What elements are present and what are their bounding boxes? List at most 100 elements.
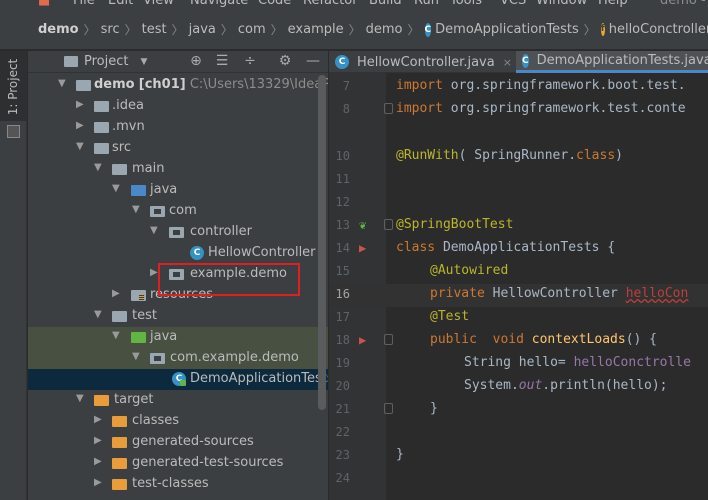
tree-item-hellowcontroller[interactable]: C HellowController [28, 243, 328, 264]
module-name: [ch01] [138, 77, 186, 92]
chevron-right-icon[interactable]: ▶ [76, 99, 86, 110]
code-line[interactable]: 24 [329, 468, 708, 491]
chevron-right-icon[interactable]: ▶ [94, 414, 104, 425]
code-line[interactable]: 18 ▶ public void contextLoads() { [329, 330, 708, 353]
collapse-all-icon[interactable]: ÷ [241, 53, 259, 69]
structure-icon[interactable] [7, 125, 20, 138]
project-view-selector[interactable]: Project ▼ [28, 54, 147, 69]
chevron-down-icon[interactable]: ▼ [76, 393, 86, 404]
code-line[interactable]: 21 } [329, 399, 708, 422]
tree-item-demoapplicationtests[interactable]: C DemoApplicationTests [28, 369, 328, 390]
breadcrumb-project[interactable]: demo [38, 22, 79, 37]
code-line[interactable]: 10 @RunWith( SpringRunner.class) [329, 146, 708, 169]
code-line[interactable]: 22 [329, 422, 708, 445]
menu-refactor[interactable]: Refactor [303, 0, 358, 8]
tree-item-controller[interactable]: ▼ controller [28, 222, 328, 243]
tree-item-classes[interactable]: ▶ classes [28, 411, 328, 432]
chevron-down-icon[interactable]: ▼ [94, 309, 104, 320]
fold-icon[interactable] [384, 403, 393, 414]
tree-item-generated-sources[interactable]: ▶ generated-sources [28, 432, 328, 453]
tree-item-main-java[interactable]: ▼ java [28, 180, 328, 201]
tree-item-label: test [132, 308, 157, 323]
menu-edit[interactable]: Edit [108, 0, 133, 8]
gear-icon[interactable]: ⚙ [276, 53, 294, 69]
code-line[interactable]: 13 ❦ @SpringBootTest [329, 215, 708, 238]
tree-item-src[interactable]: ▼ src [28, 138, 328, 159]
fold-icon[interactable] [384, 219, 393, 230]
breadcrumb-java[interactable]: java [189, 22, 216, 37]
breadcrumb-com[interactable]: com [238, 22, 266, 37]
editor-tabs: C HellowController.java × C DemoApplicat… [329, 51, 708, 73]
menu-tools[interactable]: Tools [450, 0, 482, 8]
breadcrumb-demo[interactable]: demo [366, 22, 403, 37]
code-line[interactable]: 23 } [329, 445, 708, 468]
chevron-right-icon[interactable]: ▶ [94, 456, 104, 467]
menu-navigate[interactable]: Navigate [190, 0, 248, 8]
chevron-down-icon[interactable]: ▼ [94, 162, 104, 173]
tree-item-test[interactable]: ▼ test [28, 306, 328, 327]
fold-icon[interactable] [384, 103, 393, 114]
chevron-right-icon[interactable]: ▶ [76, 120, 86, 131]
code-line[interactable]: 12 [329, 192, 708, 215]
chevron-down-icon[interactable]: ▼ [58, 78, 68, 89]
tree-item-mvn[interactable]: ▶ .mvn [28, 117, 328, 138]
code-line[interactable]: 7 import org.springframework.boot.test. [329, 76, 708, 99]
menu-help[interactable]: Help [598, 0, 628, 8]
class-icon: C [335, 55, 349, 69]
breadcrumb-test[interactable]: test [142, 22, 167, 37]
code-line[interactable]: 15 @Autowired [329, 261, 708, 284]
code-line[interactable]: 11 [329, 169, 708, 192]
tab-demoapplicationtests[interactable]: C DemoApplicationTests.java [516, 51, 708, 73]
run-test-icon[interactable]: ▶ [359, 241, 366, 255]
code-line[interactable]: 20 System.out.println(hello); [329, 376, 708, 399]
chevron-right-icon[interactable]: ▶ [94, 477, 104, 488]
tree-item-com-example-demo[interactable]: ▼ com.example.demo [28, 348, 328, 369]
menu-file[interactable]: File [73, 0, 95, 8]
breadcrumb-field[interactable]: helloConctroller [609, 22, 708, 37]
tree-item-test-java[interactable]: ▼ java [28, 327, 328, 348]
line-number: 15 [335, 264, 350, 278]
tree-item-target[interactable]: ▼ target [28, 390, 328, 411]
breadcrumb-src[interactable]: src [101, 22, 120, 37]
excluded-folder-icon [112, 416, 127, 427]
breadcrumb-example[interactable]: example [288, 22, 344, 37]
chevron-down-icon[interactable]: ▼ [112, 183, 122, 194]
menu-window[interactable]: Window [536, 0, 587, 8]
chevron-down-icon[interactable]: ▼ [132, 351, 142, 362]
menu-vcs[interactable]: VCS [500, 0, 526, 8]
menu-build[interactable]: Build [369, 0, 402, 8]
tree-item-main[interactable]: ▼ main [28, 159, 328, 180]
chevron-down-icon[interactable]: ▼ [132, 204, 142, 215]
chevron-down-icon[interactable]: ▼ [76, 141, 86, 152]
chevron-right-icon[interactable]: ▶ [112, 288, 122, 299]
code-line[interactable]: 19 String hello= helloConctrolle [329, 353, 708, 376]
locate-icon[interactable]: ⊕ [187, 53, 205, 69]
tree-item-com[interactable]: ▼ com [28, 201, 328, 222]
hide-icon[interactable]: — [304, 53, 322, 69]
tab-label: DemoApplicationTests.java [536, 53, 708, 68]
menu-run[interactable]: Run [414, 0, 439, 8]
run-test-icon[interactable]: ▶ [359, 333, 366, 347]
chevron-right-icon[interactable]: ▶ [94, 435, 104, 446]
code-line[interactable]: 8 import org.springframework.test.conte [329, 99, 708, 122]
chevron-down-icon[interactable]: ▼ [112, 330, 122, 341]
expand-all-icon[interactable]: ☰ [213, 53, 231, 69]
tree-item-demo[interactable]: ▼ demo [ch01] C:\Users\13329\IdeaPro [28, 75, 328, 96]
code-line-current[interactable]: 16 private HellowController helloCon [329, 284, 708, 307]
project-tool-tab[interactable]: 1: Project [0, 51, 27, 121]
tree-item-generated-test-sources[interactable]: ▶ generated-test-sources [28, 453, 328, 474]
tree-item-idea[interactable]: ▶ .idea [28, 96, 328, 117]
project-scrollbar[interactable] [318, 75, 326, 410]
menu-view[interactable]: View [143, 0, 174, 8]
close-icon[interactable]: × [503, 56, 512, 69]
code-line[interactable]: 14 ▶ class DemoApplicationTests { [329, 238, 708, 261]
fold-icon[interactable] [384, 334, 393, 345]
tree-item-label: controller [190, 224, 253, 239]
code-line[interactable]: 17 @Test [329, 307, 708, 330]
tree-item-test-classes[interactable]: ▶ test-classes [28, 474, 328, 495]
spring-bean-icon[interactable]: ❦ [359, 218, 366, 232]
breadcrumb-class[interactable]: DemoApplicationTests [435, 22, 579, 37]
menu-code[interactable]: Code [258, 0, 291, 8]
tab-hellowcontroller[interactable]: C HellowController.java × [329, 51, 515, 73]
chevron-down-icon[interactable]: ▼ [150, 225, 160, 236]
